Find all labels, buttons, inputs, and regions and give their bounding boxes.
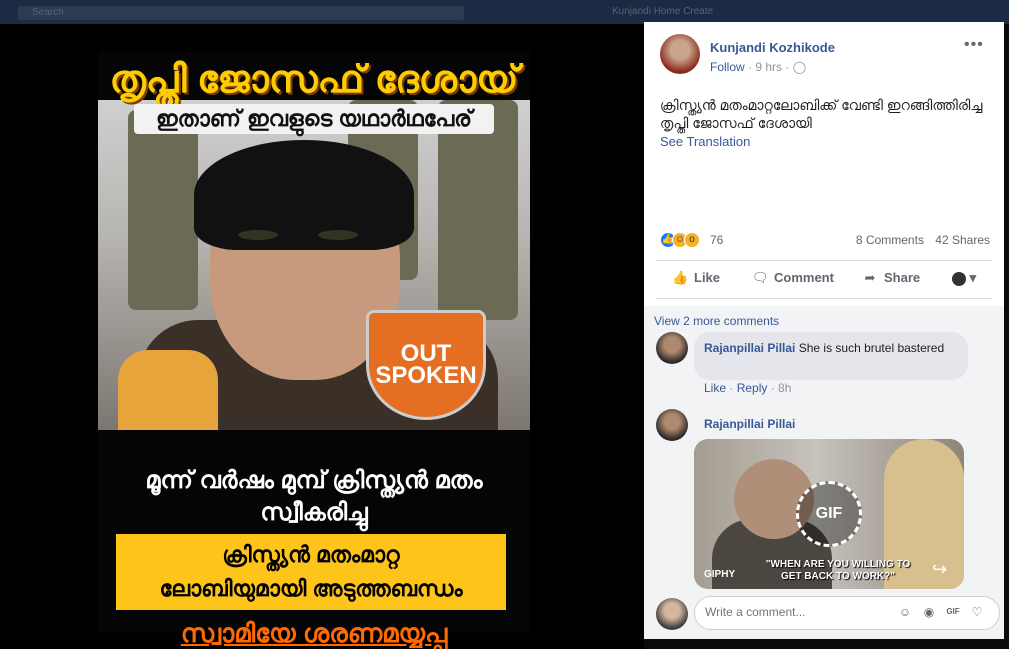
- more-options-icon[interactable]: •••: [964, 36, 984, 54]
- comment-text: She is such brutel bastered: [798, 341, 945, 355]
- comment-like-link[interactable]: Like: [704, 381, 726, 395]
- giphy-brand: GIPHY: [704, 569, 736, 580]
- share-label: Share: [884, 270, 921, 285]
- comment-time[interactable]: 8h: [778, 381, 791, 395]
- post-text: ക്രിസ്ത്യൻ മതംമാറ്റലോബിക്ക് വേണ്ടി ഇറങ്ങ…: [660, 97, 983, 131]
- post-time[interactable]: · 9 hrs ·: [748, 60, 789, 74]
- gif-comment[interactable]: GIF "WHEN ARE YOU WILLING TO GET BACK TO…: [694, 439, 964, 589]
- background-nav: Kunjandi Home Create: [612, 6, 714, 17]
- divider: [656, 260, 992, 261]
- my-avatar: [656, 598, 688, 630]
- gif-play-badge[interactable]: GIF: [796, 481, 862, 547]
- like-button[interactable]: 👍 Like: [672, 270, 720, 286]
- gif-icon[interactable]: GIF: [945, 604, 961, 620]
- author-name[interactable]: Kunjandi Kozhikode: [710, 40, 835, 55]
- reaction-count: 76: [710, 233, 724, 247]
- comment-composer[interactable]: ☺ ◉ GIF ♡: [694, 596, 1000, 630]
- comments-count[interactable]: 8 Comments: [856, 233, 924, 247]
- comment-actions: Like · Reply · 8h: [704, 381, 792, 395]
- view-as-selector[interactable]: ▾: [952, 270, 976, 286]
- share-icon: ➦: [864, 270, 876, 285]
- commenter-name[interactable]: Rajanpillai Pillai: [704, 417, 795, 431]
- see-translation-link[interactable]: See Translation: [660, 134, 750, 149]
- action-bar: 👍 Like 🗨 Comment ➦ Share ▾: [656, 262, 992, 298]
- eye: [238, 230, 278, 240]
- commenter-avatar[interactable]: [656, 409, 688, 441]
- photo-viewer: OUT SPOKEN തൃപ്തി ജോസഫ് ദേശായ് ഇതാണ് ഇവള…: [0, 24, 644, 649]
- sticker-icon[interactable]: ♡: [969, 604, 985, 620]
- poster-title: തൃപ്തി ജോസഫ് ദേശായ്: [109, 59, 519, 101]
- share-button[interactable]: ➦ Share: [862, 270, 921, 286]
- poster-photo: OUT SPOKEN: [98, 100, 530, 430]
- poster-highlight-box: ക്രിസ്ത്യൻ മതംമാറ്റ ലോബിയുമായി അടുത്തബന്…: [116, 534, 506, 610]
- shares-count[interactable]: 42 Shares: [935, 233, 990, 247]
- poster-line-2: സ്വീകരിച്ചു: [260, 499, 368, 526]
- background-top-bar: Search Kunjandi Home Create: [0, 0, 1009, 24]
- author-avatar[interactable]: [660, 34, 700, 74]
- logo-text: OUT SPOKEN: [375, 340, 477, 389]
- mini-avatar: [952, 271, 966, 286]
- open-external-icon[interactable]: ↪: [932, 559, 947, 580]
- background-person: [128, 110, 198, 310]
- wow-reaction-icon: o: [684, 232, 700, 248]
- background-search-bar: Search: [18, 6, 464, 20]
- globe-icon: ◯: [792, 60, 807, 74]
- post-stats: 8 Comments 42 Shares: [848, 233, 990, 247]
- comment-bubble: Rajanpillai Pillai She is such brutel ba…: [694, 332, 968, 380]
- comment-label: Comment: [774, 270, 834, 285]
- poster-box-line-2: ലോബിയുമായി അടുത്തബന്ധം: [159, 576, 463, 601]
- comment-reply-link[interactable]: Reply: [737, 381, 768, 395]
- eye: [318, 230, 358, 240]
- view-more-comments-link[interactable]: View 2 more comments: [654, 314, 779, 328]
- chevron-down-icon: ▾: [969, 270, 977, 285]
- camera-icon[interactable]: ◉: [921, 604, 937, 620]
- poster-footer: സ്വാമിയേ ശരണമയ്യപ്പ: [180, 618, 448, 648]
- woman-hair: [194, 140, 414, 250]
- divider: [656, 298, 992, 299]
- poster-box-line-1: ക്രിസ്ത്യൻ മതംമാറ്റ: [222, 542, 400, 567]
- emoji-icon[interactable]: ☺: [897, 604, 913, 620]
- comment-button[interactable]: 🗨 Comment: [752, 270, 834, 286]
- poster-line-1: മൂന്ന് വർഷം മുമ്പ് ക്രിസ്ത്യൻ മതം: [145, 467, 483, 494]
- post-meta: Follow · 9 hrs · ◯: [710, 60, 806, 74]
- post-panel: Kunjandi Kozhikode Follow · 9 hrs · ◯ ••…: [644, 22, 1004, 639]
- thumbs-up-icon: 👍: [672, 270, 689, 285]
- poster-image: OUT SPOKEN തൃപ്തി ജോസഫ് ദേശായ് ഇതാണ് ഇവള…: [98, 52, 530, 648]
- like-label: Like: [694, 270, 721, 285]
- gif-caption: "WHEN ARE YOU WILLING TO GET BACK TO WOR…: [765, 559, 911, 582]
- follow-link[interactable]: Follow: [710, 60, 745, 74]
- poster-subtitle: ഇതാണ് ഇവളുടെ യഥാർഥപേര്: [134, 104, 494, 134]
- comment-input[interactable]: [705, 605, 865, 619]
- comment-icon: 🗨: [752, 270, 769, 285]
- commenter-avatar[interactable]: [656, 332, 688, 364]
- commenter-name[interactable]: Rajanpillai Pillai: [704, 341, 795, 355]
- out-spoken-logo: OUT SPOKEN: [366, 310, 486, 420]
